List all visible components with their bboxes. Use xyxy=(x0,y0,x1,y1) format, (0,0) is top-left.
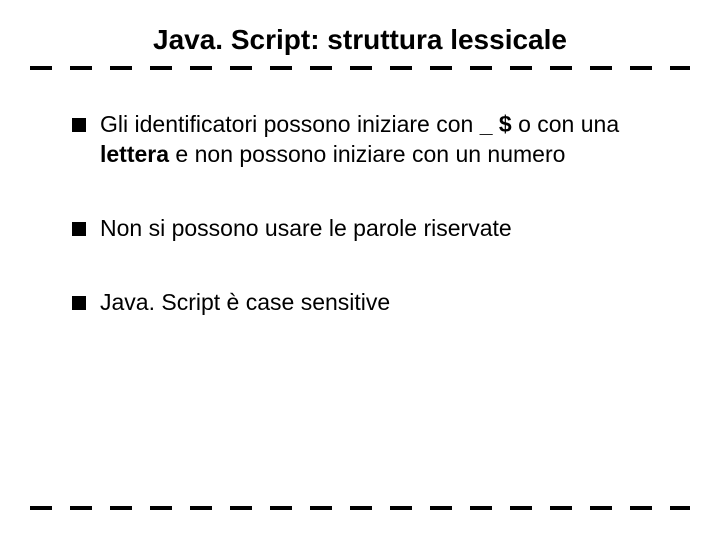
bullet-text-1: Gli identificatori possono iniziare con … xyxy=(100,110,660,170)
bullet-text-2: Non si possono usare le parole riservate xyxy=(100,214,660,244)
list-item: Gli identificatori possono iniziare con … xyxy=(72,110,660,170)
slide-content: Gli identificatori possono iniziare con … xyxy=(0,70,720,318)
bullet-icon xyxy=(72,118,86,132)
list-item: Non si possono usare le parole riservate xyxy=(72,214,660,244)
list-item: Java. Script è case sensitive xyxy=(72,288,660,318)
bottom-divider xyxy=(30,506,690,510)
bullet-icon xyxy=(72,222,86,236)
bullet-text-3: Java. Script è case sensitive xyxy=(100,288,660,318)
slide-title: Java. Script: struttura lessicale xyxy=(0,0,720,66)
bullet-icon xyxy=(72,296,86,310)
